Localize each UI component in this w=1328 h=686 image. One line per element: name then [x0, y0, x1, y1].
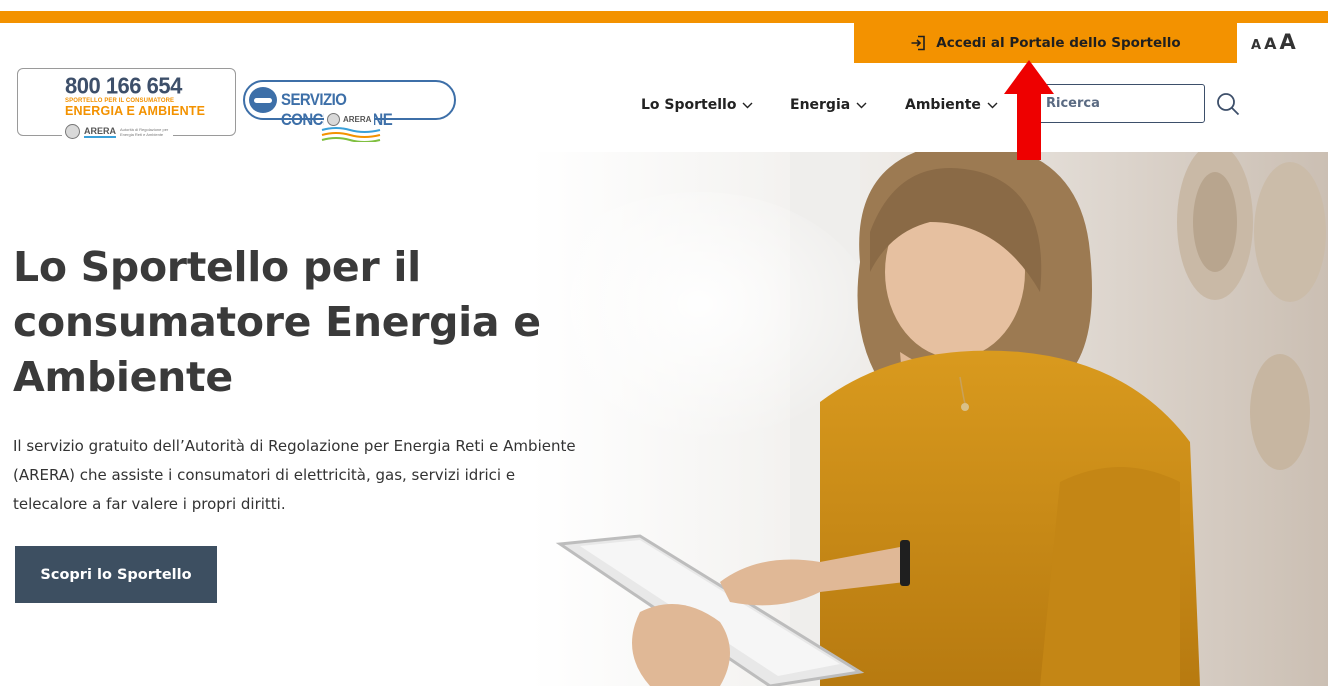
hero-description: Il servizio gratuito dell’Autorità di Re…: [13, 437, 576, 513]
sportello-phone-logo[interactable]: 800 166 654 SPORTELLO PER IL CONSUMATORE…: [17, 68, 236, 139]
red-arrow-annotation: [1004, 60, 1054, 160]
font-size-controls: A A A: [1251, 30, 1296, 54]
search-input[interactable]: [1029, 84, 1205, 123]
nav-item-label: Ambiente: [905, 97, 981, 113]
portal-login-button[interactable]: Accedi al Portale dello Sportello: [854, 23, 1237, 63]
chevron-down-icon: [987, 102, 998, 108]
font-size-small-button[interactable]: A: [1251, 38, 1261, 53]
chevron-down-icon: [856, 102, 867, 108]
conciliazione-arera-logo: ARERA: [324, 113, 375, 126]
servizio-conciliazione-logo[interactable]: SERVIZIO CONCILIAZIONE ARERA: [243, 80, 456, 129]
font-size-large-button[interactable]: A: [1279, 30, 1295, 54]
nav-item-ambiente[interactable]: Ambiente: [905, 97, 998, 113]
chevron-down-icon: [742, 102, 753, 108]
top-accent-bar: [0, 11, 1328, 23]
arera-name: ARERA: [84, 125, 117, 138]
republic-emblem-icon: [327, 113, 340, 126]
wave-decoration-icon: [321, 127, 381, 142]
arera-fullname: Autorità di Regolazione per Energia Reti…: [120, 126, 169, 137]
nav-item-label: Lo Sportello: [641, 97, 737, 113]
conciliazione-arera-name: ARERA: [343, 115, 372, 124]
portal-login-label: Accedi al Portale dello Sportello: [936, 35, 1181, 51]
nav-item-lo-sportello[interactable]: Lo Sportello: [641, 97, 753, 113]
nav-item-label: Energia: [790, 97, 851, 113]
search-icon[interactable]: [1216, 92, 1240, 116]
font-size-medium-button[interactable]: A: [1264, 34, 1276, 53]
phone-logo-title: ENERGIA E AMBIENTE: [65, 104, 206, 118]
hero-banner: [0, 152, 1328, 686]
discover-sportello-button[interactable]: Scopri lo Sportello: [15, 546, 217, 603]
woman-with-tablet-illustration: [520, 152, 1326, 686]
republic-emblem-icon: [65, 124, 80, 139]
hero-title: Lo Sportello per il consumatore Energia …: [13, 243, 541, 401]
login-icon: [911, 35, 926, 51]
phone-number: 800 166 654: [65, 72, 182, 99]
handshake-icon: [249, 87, 277, 113]
nav-item-energia[interactable]: Energia: [790, 97, 867, 113]
arera-logo: ARERA Autorità di Regolazione per Energi…: [62, 124, 174, 139]
